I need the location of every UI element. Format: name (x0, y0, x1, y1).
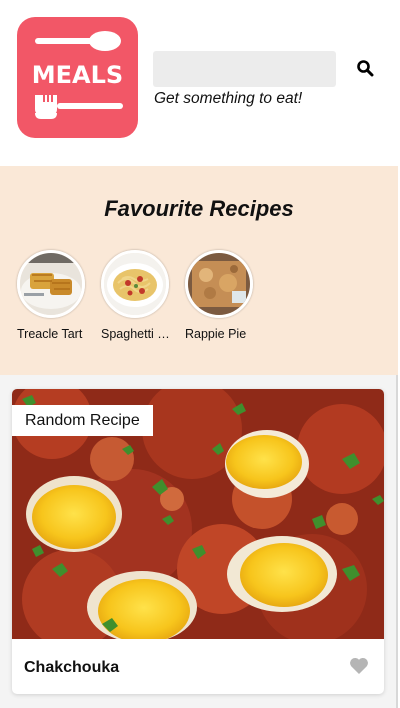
tagline: Get something to eat! (154, 90, 303, 107)
favourite-item-treacle-tart[interactable]: Treacle Tart (17, 250, 87, 341)
favourite-item-rappie-pie[interactable]: Rappie Pie (185, 250, 255, 341)
favourite-toggle-button[interactable] (348, 657, 370, 677)
favourites-section: Favourite Recipes Treacle Tart Spaghetti… (0, 166, 398, 375)
favourite-label: Rappie Pie (185, 327, 247, 341)
app-page: MEALS Get something to eat! Favourite Re… (0, 0, 398, 708)
meals-logo: MEALS (17, 17, 138, 138)
logo-text: MEALS (31, 61, 124, 89)
search-button[interactable] (352, 56, 378, 82)
header: MEALS Get something to eat! (0, 0, 398, 166)
random-recipe-card[interactable]: Random Recipe Chakchouka (12, 389, 384, 694)
recipe-title: Chakchouka (24, 659, 120, 676)
favourite-thumbnail[interactable] (185, 250, 253, 318)
favourite-thumbnail[interactable] (101, 250, 169, 318)
favourite-label: Treacle Tart (17, 327, 83, 341)
search-icon (357, 59, 374, 76)
heart-icon (350, 657, 368, 674)
search-input[interactable] (153, 51, 336, 87)
random-recipe-badge: Random Recipe (12, 405, 153, 436)
favourite-thumbnail[interactable] (17, 250, 85, 318)
favourites-title: Favourite Recipes (104, 196, 294, 221)
favourite-label: Spaghetti Bolognese (101, 327, 171, 341)
favourite-item-spaghetti[interactable]: Spaghetti Bolognese (101, 250, 171, 341)
